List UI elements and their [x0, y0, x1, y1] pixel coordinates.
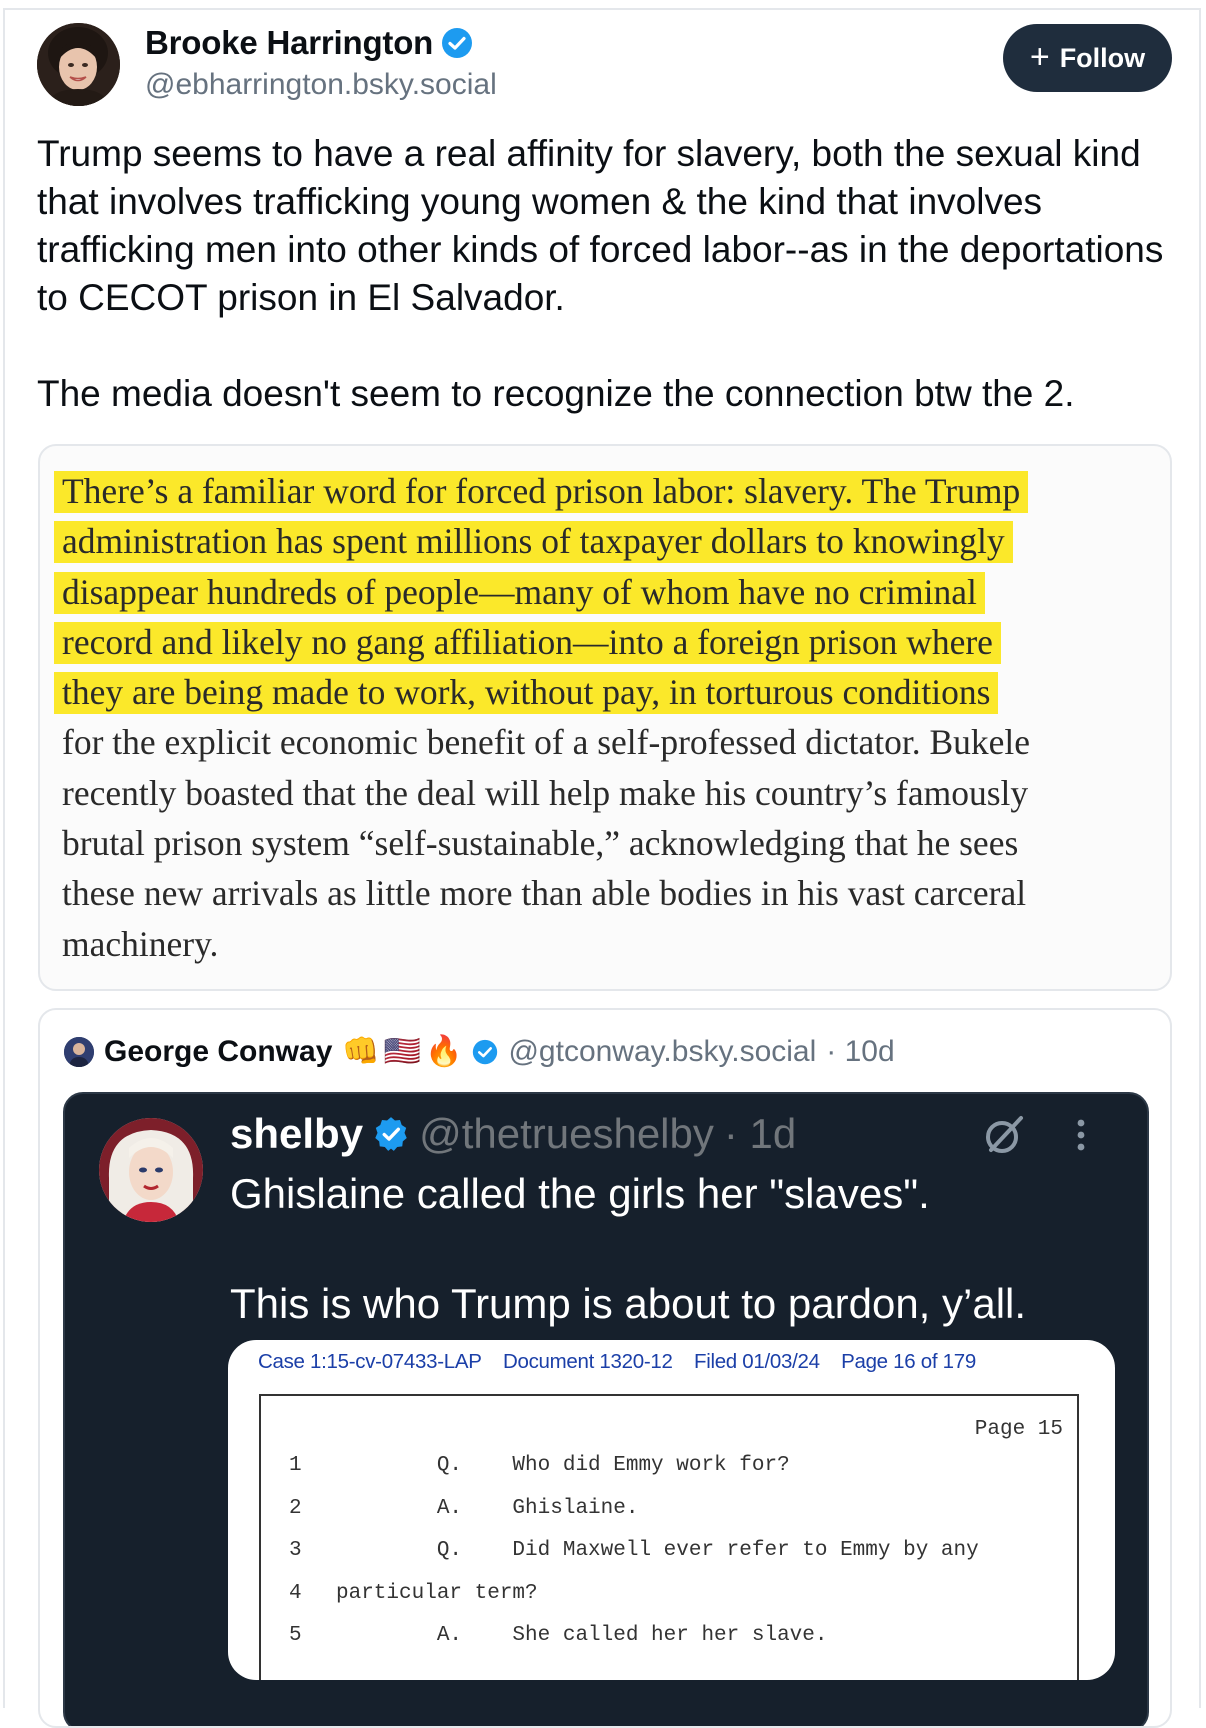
court-document-image: Case 1:15-cv-07433-LAP Document 1320-12 …: [228, 1340, 1115, 1680]
excerpt-line-highlighted: they are being made to work, without pay…: [54, 672, 999, 715]
excerpt-line: disappear hundreds of people—many of who…: [54, 567, 1152, 617]
more-options-icon: [1077, 1119, 1085, 1151]
excerpt-line-highlighted: disappear hundreds of people—many of who…: [54, 571, 985, 614]
page-count: Page 16 of 179: [841, 1350, 976, 1373]
follow-button[interactable]: + Follow: [1003, 24, 1172, 92]
quoted-verified-badge-icon: [473, 1039, 498, 1064]
tweet-avatar: [99, 1118, 203, 1222]
excerpt-line: these new arrivals as little more than a…: [62, 873, 1027, 914]
excerpt-line: they are being made to work, without pay…: [54, 667, 1152, 717]
line-number: 3: [289, 1539, 302, 1562]
quoted-author-avatar[interactable]: [64, 1036, 94, 1067]
tweet-author-handle: @thetrueshelby: [419, 1110, 714, 1157]
line-number: 5: [289, 1624, 302, 1647]
transcript-page: Page 15 1 Q. Who did Emmy work for? 2 A.…: [259, 1394, 1079, 1680]
case-number: Case 1:15-cv-07433-LAP: [258, 1350, 482, 1373]
quoted-post[interactable]: George Conway 👊 🇺🇸 🔥 @gtconway.bsky.soci…: [38, 1008, 1172, 1728]
fire-emoji: 🔥: [425, 1035, 463, 1068]
excerpt-line-highlighted: There’s a familiar word for forced priso…: [54, 471, 1029, 513]
author-handle[interactable]: @ebharrington.bsky.social: [145, 68, 497, 102]
author-name-row: Brooke Harrington: [145, 24, 473, 62]
line-number: 1: [289, 1454, 302, 1477]
fist-emoji: 👊: [342, 1035, 380, 1068]
author-avatar-image: [37, 23, 120, 106]
excerpt-line: recently boasted that the deal will help…: [62, 772, 1029, 813]
line-text: A. She called her her slave.: [336, 1624, 828, 1647]
line-number: 2: [289, 1496, 302, 1520]
document-header: Case 1:15-cv-07433-LAP Document 1320-12 …: [258, 1350, 992, 1374]
tweet-paragraph: This is who Trump is about to pardon, y’…: [230, 1280, 1027, 1327]
tweet-age: · 1d: [723, 1110, 797, 1157]
excerpt-line: There’s a familiar word for forced priso…: [54, 466, 1152, 516]
excerpt-line-highlighted: administration has spent millions of tax…: [54, 521, 1013, 564]
tweet-paragraph: Ghislaine called the girls her "slaves".: [230, 1170, 930, 1217]
excerpt-line-highlighted: record and likely no gang affiliation—in…: [54, 621, 1001, 664]
excerpt-line: for the explicit economic benefit of a s…: [62, 722, 1030, 763]
quoted-author-name[interactable]: George Conway: [104, 1035, 332, 1069]
quoted-post-age: · 10d: [826, 1034, 895, 1068]
quoted-avatar-image: [64, 1036, 94, 1067]
line-text: A. Ghislaine.: [336, 1496, 639, 1520]
name-emoji: 👊 🇺🇸 🔥: [342, 1034, 462, 1069]
tweet-author-name: shelby: [230, 1110, 364, 1157]
excerpt-line: administration has spent millions of tax…: [54, 516, 1152, 566]
article-excerpt: There’s a familiar word for forced priso…: [54, 466, 1152, 969]
verified-badge-icon: [442, 28, 473, 58]
us-flag-emoji: 🇺🇸: [383, 1035, 422, 1068]
line-text: Q. Who did Emmy work for?: [336, 1454, 790, 1477]
plus-icon: +: [1029, 37, 1050, 76]
line-number: 4: [289, 1581, 302, 1605]
tweet-avatar-image: [99, 1118, 203, 1222]
quoted-post-header: George Conway 👊 🇺🇸 🔥 @gtconway.bsky.soci…: [64, 1034, 895, 1069]
transcript-page-number: Page 15: [974, 1418, 1063, 1441]
filed-date: Filed 01/03/24: [693, 1350, 820, 1373]
author-name[interactable]: Brooke Harrington: [145, 24, 433, 62]
tweet-verified-badge-icon: [375, 1117, 407, 1151]
quoted-author-handle[interactable]: @gtconway.bsky.social: [508, 1035, 816, 1069]
embedded-tweet-image[interactable]: shelby @thetrueshelby · 1d Ghislaine cal…: [63, 1092, 1149, 1726]
post-paragraph: The media doesn't seem to recognize the …: [37, 373, 1075, 414]
post-text: Trump seems to have a real affinity for …: [37, 130, 1187, 418]
excerpt-line: brutal prison system “self-sustainable,”…: [62, 823, 1019, 864]
post-paragraph: Trump seems to have a real affinity for …: [37, 133, 1164, 318]
follow-label: Follow: [1059, 42, 1146, 73]
line-text: particular term?: [336, 1581, 538, 1605]
tweet-text: Ghislaine called the girls her "slaves".…: [230, 1166, 1110, 1332]
excerpt-line: record and likely no gang affiliation—in…: [54, 617, 1152, 667]
attached-image[interactable]: There’s a familiar word for forced priso…: [38, 444, 1172, 991]
excerpt-line: machinery.: [62, 923, 219, 964]
document-number: Document 1320-12: [503, 1350, 673, 1373]
line-text: Q. Did Maxwell ever refer to Emmy by any: [336, 1539, 979, 1562]
grok-icon: [986, 1116, 1023, 1153]
tweet-header: shelby @thetrueshelby · 1d: [230, 1110, 796, 1158]
author-avatar[interactable]: [37, 23, 120, 106]
